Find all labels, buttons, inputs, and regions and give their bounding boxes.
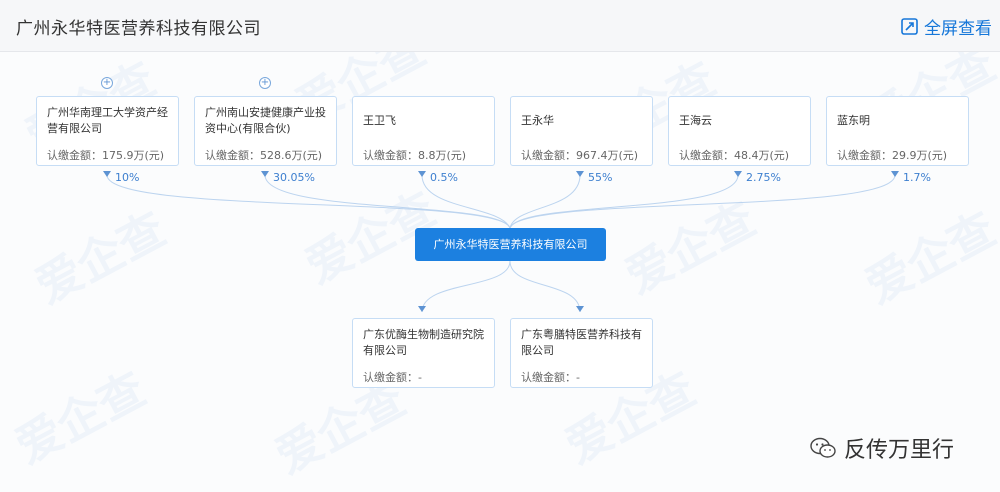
shareholder-amount: 认缴金额：175.9万(元) (47, 149, 165, 162)
investment-node[interactable]: 广东优酶生物制造研究院有限公司 认缴金额：- (352, 318, 495, 388)
watermark: 爱企查 (26, 201, 175, 314)
shareholder-node[interactable]: 广州南山安捷健康产业投资中心(有限合伙) 认缴金额：528.6万(元) (194, 96, 337, 166)
expand-shareholder-1-icon[interactable]: + (101, 77, 113, 89)
shareholder-amount: 认缴金额：8.8万(元) (363, 149, 467, 162)
shareholder-name: 广州南山安捷健康产业投资中心(有限合伙) (205, 106, 326, 135)
shareholder-name: 王海云 (679, 114, 712, 127)
fullscreen-button[interactable]: 全屏查看 (901, 14, 992, 39)
shareholder-node[interactable]: 蓝东明 认缴金额：29.9万(元) (826, 96, 969, 166)
shareholder-name: 王卫飞 (363, 114, 396, 127)
shareholder-node[interactable]: 王海云 认缴金额：48.4万(元) (668, 96, 811, 166)
shareholder-node[interactable]: 广州华南理工大学资产经营有限公司 认缴金额：175.9万(元) (36, 96, 179, 166)
investment-amount: 认缴金额：- (521, 371, 580, 384)
shareholder-name: 蓝东明 (837, 114, 870, 127)
shareholder-node[interactable]: 王永华 认缴金额：967.4万(元) (510, 96, 653, 166)
shareholder-node[interactable]: 王卫飞 认缴金额：8.8万(元) (352, 96, 495, 166)
shareholder-amount: 认缴金额：528.6万(元) (205, 149, 323, 162)
wechat-icon (810, 437, 836, 458)
shareholder-percent: 55% (588, 171, 613, 184)
shareholder-percent: 1.7% (903, 171, 931, 184)
shareholder-percent: 2.75% (746, 171, 781, 184)
shareholder-amount: 认缴金额：48.4万(元) (679, 149, 790, 162)
investment-name: 广东优酶生物制造研究院有限公司 (363, 328, 484, 357)
shareholder-amount: 认缴金额：29.9万(元) (837, 149, 948, 162)
shareholder-name: 王永华 (521, 114, 554, 127)
investment-amount: 认缴金额：- (363, 371, 422, 384)
investment-name: 广东粤膳特医营养科技有限公司 (521, 328, 642, 357)
fullscreen-icon (901, 18, 918, 35)
shareholder-percent: 30.05% (273, 171, 315, 184)
center-company-node[interactable]: 广州永华特医营养科技有限公司 (415, 228, 606, 261)
watermark: 爱企查 (6, 361, 155, 474)
shareholder-percent: 0.5% (430, 171, 458, 184)
shareholder-name: 广州华南理工大学资产经营有限公司 (47, 106, 168, 135)
shareholder-percent: 10% (115, 171, 140, 184)
page-title: 广州永华特医营养科技有限公司 (16, 19, 261, 39)
expand-shareholder-2-icon[interactable]: + (259, 77, 271, 89)
watermark: 爱企查 (856, 201, 1000, 314)
fullscreen-label: 全屏查看 (924, 19, 992, 39)
shareholder-amount: 认缴金额：967.4万(元) (521, 149, 639, 162)
wechat-account-watermark: 反传万里行 (810, 432, 954, 464)
page-header: 广州永华特医营养科技有限公司 全屏查看 (0, 0, 1000, 52)
watermark: 爱企查 (616, 191, 765, 304)
investment-node[interactable]: 广东粤膳特医营养科技有限公司 认缴金额：- (510, 318, 653, 388)
wechat-account-name: 反传万里行 (844, 438, 955, 463)
